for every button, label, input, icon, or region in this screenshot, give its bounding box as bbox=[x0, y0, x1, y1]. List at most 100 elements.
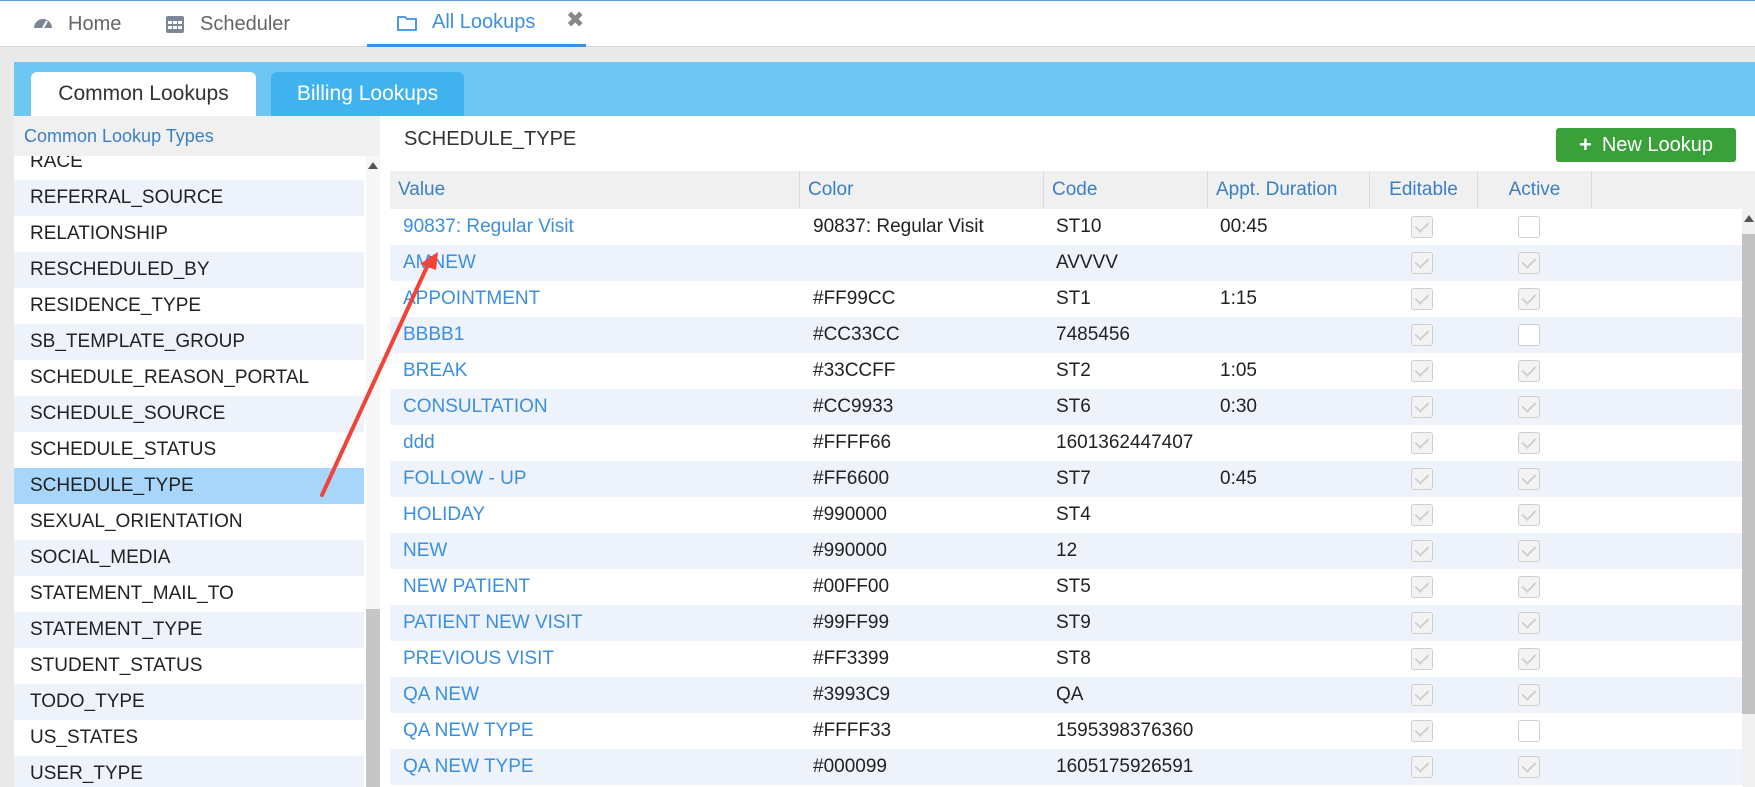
lookup-type-item[interactable]: SEXUAL_ORIENTATION bbox=[14, 504, 364, 540]
value-cell[interactable]: QA NEW TYPE bbox=[403, 713, 534, 749]
value-cell[interactable]: CONSULTATION bbox=[403, 389, 548, 425]
table-row[interactable]: ddd #FFFF66 1601362447407 bbox=[390, 425, 1742, 461]
editable-checkbox[interactable] bbox=[1411, 648, 1433, 670]
lookup-type-item[interactable]: STATEMENT_MAIL_TO bbox=[14, 576, 364, 612]
column-header-code[interactable]: Code bbox=[1044, 171, 1208, 209]
table-row[interactable]: PREVIOUS VISIT #FF3399 ST8 bbox=[390, 641, 1742, 677]
active-checkbox[interactable] bbox=[1518, 432, 1540, 454]
column-header-editable[interactable]: Editable bbox=[1370, 171, 1478, 209]
lookup-type-item[interactable]: SCHEDULE_SOURCE bbox=[14, 396, 364, 432]
value-cell[interactable]: BBBB1 bbox=[403, 317, 464, 353]
tab-home[interactable]: Home bbox=[32, 1, 121, 47]
value-cell[interactable]: APPOINTMENT bbox=[403, 281, 540, 317]
editable-checkbox[interactable] bbox=[1411, 396, 1433, 418]
lookup-type-item[interactable]: RESIDENCE_TYPE bbox=[14, 288, 364, 324]
lookup-type-item[interactable]: REFERRAL_SOURCE bbox=[14, 180, 364, 216]
table-row[interactable]: AMNEW AVVVV bbox=[390, 245, 1742, 281]
close-tab-icon[interactable]: ✖ bbox=[566, 7, 584, 33]
value-cell[interactable]: NEW PATIENT bbox=[403, 569, 530, 605]
active-checkbox[interactable] bbox=[1518, 468, 1540, 490]
lookup-type-item[interactable]: STUDENT_STATUS bbox=[14, 648, 364, 684]
editable-checkbox[interactable] bbox=[1411, 468, 1433, 490]
value-cell[interactable]: BREAK bbox=[403, 353, 467, 389]
value-cell[interactable]: AMNEW bbox=[403, 245, 476, 281]
active-checkbox[interactable] bbox=[1518, 576, 1540, 598]
table-row[interactable]: NEW #990000 12 bbox=[390, 533, 1742, 569]
scroll-up-icon[interactable] bbox=[1744, 215, 1754, 222]
editable-checkbox[interactable] bbox=[1411, 288, 1433, 310]
value-cell[interactable]: QA NEW TYPE bbox=[403, 749, 534, 785]
value-cell[interactable]: HOLIDAY bbox=[403, 497, 485, 533]
lookup-type-item[interactable]: TODO_TYPE bbox=[14, 684, 364, 720]
editable-checkbox[interactable] bbox=[1411, 720, 1433, 742]
new-lookup-button[interactable]: + New Lookup bbox=[1556, 128, 1736, 162]
active-checkbox[interactable] bbox=[1518, 684, 1540, 706]
lookup-type-item[interactable]: SB_TEMPLATE_GROUP bbox=[14, 324, 364, 360]
editable-checkbox[interactable] bbox=[1411, 612, 1433, 634]
active-checkbox[interactable] bbox=[1518, 612, 1540, 634]
table-row[interactable]: HOLIDAY #990000 ST4 bbox=[390, 497, 1742, 533]
active-checkbox[interactable] bbox=[1518, 216, 1540, 238]
value-cell[interactable]: 90837: Regular Visit bbox=[403, 209, 574, 245]
lookup-type-item[interactable]: SCHEDULE_REASON_PORTAL bbox=[14, 360, 364, 396]
lookup-type-item[interactable]: US_STATES bbox=[14, 720, 364, 756]
editable-checkbox[interactable] bbox=[1411, 504, 1433, 526]
value-cell[interactable]: QA NEW bbox=[403, 677, 479, 713]
editable-checkbox[interactable] bbox=[1411, 252, 1433, 274]
column-header-active[interactable]: Active bbox=[1478, 171, 1592, 209]
active-checkbox[interactable] bbox=[1518, 396, 1540, 418]
active-checkbox[interactable] bbox=[1518, 756, 1540, 778]
value-cell[interactable]: NEW bbox=[403, 533, 447, 569]
lookup-type-item[interactable]: SCHEDULE_TYPE bbox=[14, 468, 364, 504]
active-checkbox[interactable] bbox=[1518, 648, 1540, 670]
table-row[interactable]: BREAK #33CCFF ST2 1:05 bbox=[390, 353, 1742, 389]
editable-checkbox[interactable] bbox=[1411, 540, 1433, 562]
column-header-color[interactable]: Color bbox=[800, 171, 1044, 209]
editable-checkbox[interactable] bbox=[1411, 684, 1433, 706]
table-row[interactable]: QA NEW TYPE #000099 1605175926591 bbox=[390, 749, 1742, 785]
table-scrollbar[interactable] bbox=[1742, 209, 1755, 787]
editable-checkbox[interactable] bbox=[1411, 324, 1433, 346]
tab-common-lookups[interactable]: Common Lookups bbox=[31, 72, 256, 116]
table-row[interactable]: QA NEW #3993C9 QA bbox=[390, 677, 1742, 713]
tab-scheduler[interactable]: Scheduler bbox=[164, 1, 290, 47]
active-checkbox[interactable] bbox=[1518, 540, 1540, 562]
editable-checkbox[interactable] bbox=[1411, 432, 1433, 454]
active-checkbox[interactable] bbox=[1518, 504, 1540, 526]
column-header-duration[interactable]: Appt. Duration bbox=[1208, 171, 1370, 209]
table-row[interactable]: QA NEW TYPE #FFFF33 1595398376360 bbox=[390, 713, 1742, 749]
table-row[interactable]: 90837: Regular Visit 90837: Regular Visit… bbox=[390, 209, 1742, 245]
lookup-type-item[interactable]: SCHEDULE_STATUS bbox=[14, 432, 364, 468]
lookup-type-item[interactable]: RACE bbox=[14, 156, 364, 180]
scrollbar-thumb[interactable] bbox=[366, 609, 380, 787]
table-row[interactable]: NEW PATIENT #00FF00 ST5 bbox=[390, 569, 1742, 605]
active-checkbox[interactable] bbox=[1518, 324, 1540, 346]
lookup-type-item[interactable]: RELATIONSHIP bbox=[14, 216, 364, 252]
value-cell[interactable]: ddd bbox=[403, 425, 435, 461]
lookup-type-item[interactable]: STATEMENT_TYPE bbox=[14, 612, 364, 648]
scroll-up-icon[interactable] bbox=[368, 162, 378, 169]
lookup-type-item[interactable]: USER_TYPE bbox=[14, 756, 364, 787]
table-row[interactable]: BBBB1 #CC33CC 7485456 bbox=[390, 317, 1742, 353]
table-row[interactable]: FOLLOW - UP #FF6600 ST7 0:45 bbox=[390, 461, 1742, 497]
editable-checkbox[interactable] bbox=[1411, 360, 1433, 382]
active-checkbox[interactable] bbox=[1518, 252, 1540, 274]
scrollbar-thumb[interactable] bbox=[1742, 234, 1755, 714]
active-checkbox[interactable] bbox=[1518, 288, 1540, 310]
lookup-types-scrollbar[interactable] bbox=[366, 156, 380, 787]
editable-checkbox[interactable] bbox=[1411, 216, 1433, 238]
tab-all-lookups[interactable]: All Lookups bbox=[367, 1, 586, 47]
value-cell[interactable]: PREVIOUS VISIT bbox=[403, 641, 554, 677]
editable-checkbox[interactable] bbox=[1411, 576, 1433, 598]
tab-billing-lookups[interactable]: Billing Lookups bbox=[271, 72, 464, 116]
table-row[interactable]: APPOINTMENT #FF99CC ST1 1:15 bbox=[390, 281, 1742, 317]
active-checkbox[interactable] bbox=[1518, 360, 1540, 382]
table-row[interactable]: CONSULTATION #CC9933 ST6 0:30 bbox=[390, 389, 1742, 425]
table-row[interactable]: PATIENT NEW VISIT #99FF99 ST9 bbox=[390, 605, 1742, 641]
value-cell[interactable]: FOLLOW - UP bbox=[403, 461, 527, 497]
column-header-value[interactable]: Value bbox=[390, 171, 800, 209]
value-cell[interactable]: PATIENT NEW VISIT bbox=[403, 605, 582, 641]
editable-checkbox[interactable] bbox=[1411, 756, 1433, 778]
active-checkbox[interactable] bbox=[1518, 720, 1540, 742]
lookup-type-item[interactable]: SOCIAL_MEDIA bbox=[14, 540, 364, 576]
